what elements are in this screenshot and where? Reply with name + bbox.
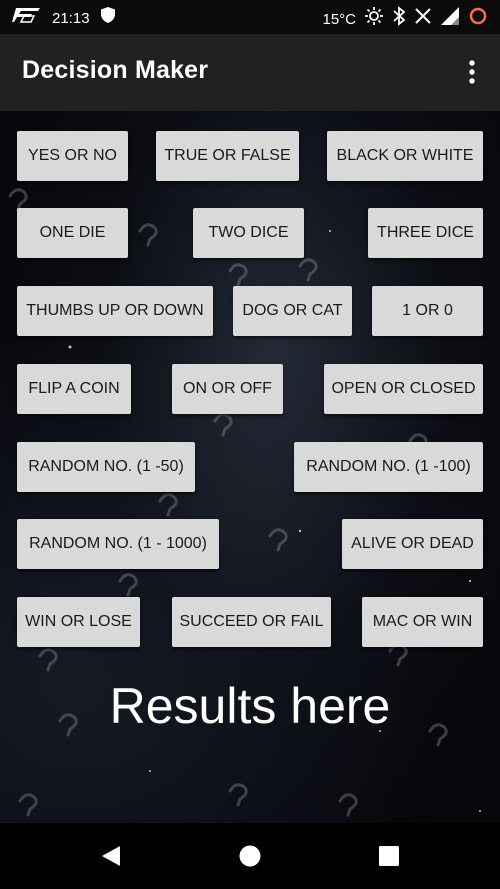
- mute-icon: [414, 7, 432, 32]
- on-or-off-button[interactable]: ON OR OFF: [172, 364, 283, 414]
- thumbs-up-or-down-button[interactable]: THUMBS UP OR DOWN: [17, 286, 213, 336]
- app-bar: Decision Maker: [0, 34, 500, 111]
- dog-or-cat-button[interactable]: DOG OR CAT: [233, 286, 352, 336]
- one-die-button[interactable]: ONE DIE: [17, 208, 128, 258]
- app-title: Decision Maker: [22, 56, 209, 84]
- flip-a-coin-button[interactable]: FLIP A COIN: [17, 364, 131, 414]
- status-bar: 21:13 15°C: [0, 0, 500, 34]
- succeed-or-fail-button[interactable]: SUCCEED OR FAIL: [172, 597, 331, 647]
- bluetooth-icon: [392, 6, 406, 33]
- recents-icon[interactable]: [374, 841, 404, 871]
- two-dice-button[interactable]: TWO DICE: [193, 208, 304, 258]
- status-time: 21:13: [52, 9, 90, 27]
- black-or-white-button[interactable]: BLACK OR WHITE: [327, 131, 483, 181]
- sync-icon: [468, 6, 488, 33]
- back-icon[interactable]: [96, 841, 126, 871]
- signal-icon: [440, 6, 460, 33]
- mac-or-win-button[interactable]: MAC OR WIN: [362, 597, 483, 647]
- results-text: Results here: [109, 678, 391, 734]
- open-or-closed-button[interactable]: OPEN OR CLOSED: [324, 364, 483, 414]
- brightness-icon: [364, 6, 384, 33]
- temperature: 15°C: [322, 10, 356, 28]
- main-content: YES OR NO TRUE OR FALSE BLACK OR WHITE O…: [0, 111, 500, 823]
- one-or-zero-button[interactable]: 1 OR 0: [372, 286, 483, 336]
- app-notification-icon: [12, 6, 42, 31]
- random-50-button[interactable]: RANDOM NO. (1 -50): [17, 442, 195, 492]
- three-dice-button[interactable]: THREE DICE: [368, 208, 483, 258]
- shield-icon: [100, 6, 116, 31]
- home-icon[interactable]: [235, 841, 265, 871]
- more-vert-icon[interactable]: [460, 58, 484, 88]
- yes-or-no-button[interactable]: YES OR NO: [17, 131, 128, 181]
- random-100-button[interactable]: RANDOM NO. (1 -100): [294, 442, 483, 492]
- true-or-false-button[interactable]: TRUE OR FALSE: [156, 131, 299, 181]
- win-or-lose-button[interactable]: WIN OR LOSE: [17, 597, 140, 647]
- navigation-bar: [0, 823, 500, 889]
- random-1000-button[interactable]: RANDOM NO. (1 - 1000): [17, 519, 219, 569]
- alive-or-dead-button[interactable]: ALIVE OR DEAD: [342, 519, 483, 569]
